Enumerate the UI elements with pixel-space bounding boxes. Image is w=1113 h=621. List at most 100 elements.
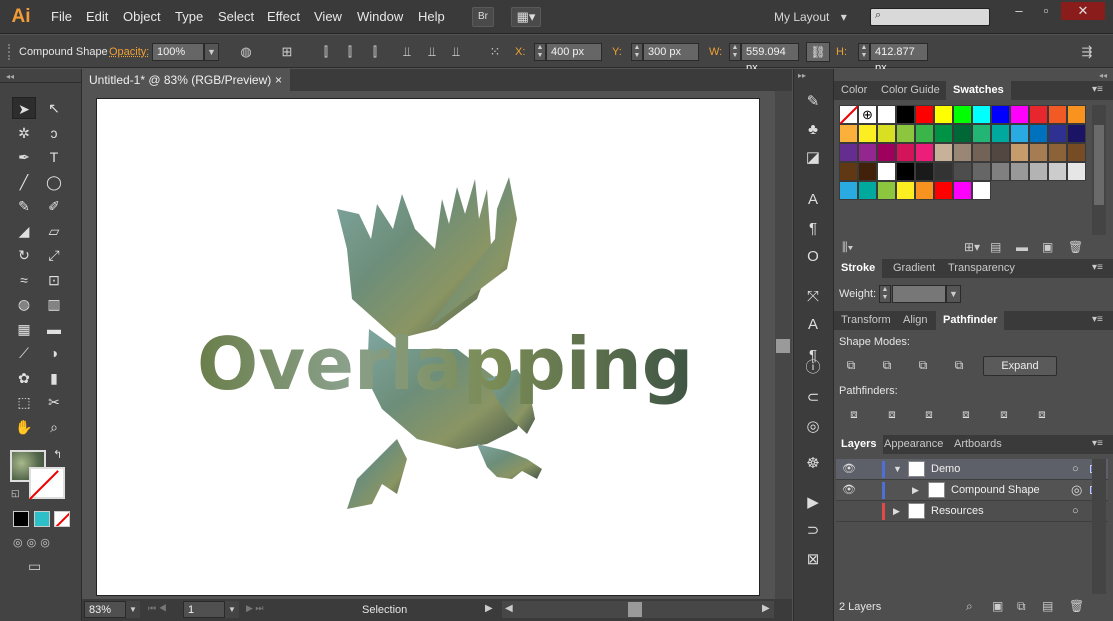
recolor-artwork-icon[interactable]: ◍ [237, 43, 255, 61]
scroll-left-icon[interactable]: ◀ [505, 603, 513, 614]
outline-icon[interactable]: ⧈ [994, 405, 1014, 423]
artboard-icon[interactable]: ⬚ [12, 391, 36, 413]
target-icon[interactable]: ○ [1072, 459, 1079, 479]
swatch[interactable] [915, 162, 934, 181]
column-graph-icon[interactable]: ▮ [42, 367, 66, 389]
menu-effect[interactable]: Effect [267, 9, 300, 24]
document-info-icon[interactable]: ⊠ [801, 549, 825, 571]
trim-icon[interactable]: ⧈ [882, 405, 902, 423]
target-selected-icon[interactable]: ◎ [1071, 480, 1082, 500]
tab-color[interactable]: Color [834, 81, 874, 100]
swatch-registration[interactable]: ⊕ [858, 105, 877, 124]
type-icon[interactable]: T [42, 146, 66, 168]
swatch[interactable] [839, 181, 858, 200]
transform-panel-icon[interactable]: ⤧ [801, 286, 825, 308]
shape-builder-icon[interactable]: ◍ [12, 293, 36, 315]
help-search-input[interactable]: ⌕ [870, 8, 990, 26]
swatch-library-icon[interactable]: ⫼▾ [842, 240, 853, 255]
new-sublayer-icon[interactable]: ⧉ [1017, 599, 1026, 614]
panel-menu-icon[interactable]: ⇶ [1078, 43, 1096, 61]
menu-select[interactable]: Select [218, 9, 254, 24]
stroke-weight-spinner[interactable]: ▲ ▼ [879, 285, 891, 303]
swatch[interactable] [953, 124, 972, 143]
minus-back-icon[interactable]: ⧈ [1032, 405, 1052, 423]
scale-icon[interactable]: ⤢ [42, 244, 66, 266]
width-icon[interactable]: ≈ [12, 269, 36, 291]
swatch[interactable] [972, 124, 991, 143]
color-mode-icon[interactable] [13, 511, 29, 527]
panel-menu-icon[interactable]: ▾≡ [1092, 262, 1103, 273]
h-spinner[interactable]: ▲ ▼ [858, 43, 870, 61]
swatch[interactable] [896, 143, 915, 162]
swatch[interactable] [991, 143, 1010, 162]
pen-icon[interactable]: ✒ [12, 146, 36, 168]
maximize-icon[interactable]: ▫ [1034, 2, 1058, 20]
status-menu-icon[interactable]: ▶ [485, 603, 493, 614]
swatch[interactable] [972, 105, 991, 124]
stroke-swatch[interactable] [29, 467, 65, 500]
disclosure-collapsed-icon[interactable]: ▶ [893, 501, 900, 521]
swatch[interactable] [896, 105, 915, 124]
new-layer-icon[interactable]: ▤ [1042, 599, 1053, 613]
disclosure-expanded-icon[interactable]: ▼ [893, 459, 902, 479]
reference-point-icon[interactable]: ⊞ [278, 43, 296, 61]
paintbrush-icon[interactable]: ✎ [12, 195, 36, 217]
layer-name[interactable]: Compound Shape [951, 480, 1040, 500]
brush-panel-icon[interactable]: ✎ [801, 91, 825, 113]
layer-row-demo[interactable]: 👁 ▼ Demo ○ [836, 459, 1108, 480]
h-scroll-thumb[interactable] [628, 602, 642, 617]
symbols-panel-icon[interactable]: ♣ [801, 119, 825, 141]
zoom-dropdown-icon[interactable]: ▼ [126, 601, 140, 618]
panel-menu-icon[interactable]: ▾≡ [1092, 314, 1103, 325]
document-tab[interactable]: Untitled-1* @ 83% (RGB/Preview) × [82, 69, 290, 91]
align-right-icon[interactable]: ⫿ [366, 43, 384, 61]
menu-help[interactable]: Help [418, 9, 445, 24]
tab-pathfinder[interactable]: Pathfinder [936, 311, 1005, 330]
w-field[interactable]: 559.094 px [741, 43, 799, 74]
first-artboard-icon[interactable]: ⏮ ◀ [148, 603, 167, 614]
direct-selection-tool-icon[interactable]: ↖ [42, 97, 66, 119]
info-panel-icon[interactable]: ⓘ [801, 357, 825, 379]
swatch-scrollbar[interactable] [1092, 105, 1106, 235]
swatch[interactable] [991, 105, 1010, 124]
swatch[interactable] [858, 143, 877, 162]
exclude-icon[interactable]: ⧉ [949, 356, 969, 374]
eraser-icon[interactable]: ▱ [42, 220, 66, 242]
swatch[interactable] [1067, 105, 1086, 124]
tab-color-guide[interactable]: Color Guide [874, 81, 947, 100]
swatch[interactable] [953, 181, 972, 200]
swatch[interactable] [896, 162, 915, 181]
blob-brush-icon[interactable]: ◢ [12, 220, 36, 242]
panel-menu-icon[interactable]: ▾≡ [1092, 84, 1103, 95]
zoom-field[interactable]: 83% [84, 601, 126, 618]
swatch[interactable] [1029, 143, 1048, 162]
intersect-icon[interactable]: ⧉ [913, 356, 933, 374]
swatch[interactable] [934, 124, 953, 143]
x-field[interactable]: 400 px [546, 43, 602, 61]
swatch[interactable] [934, 162, 953, 181]
swatch[interactable] [915, 105, 934, 124]
unite-icon[interactable]: ⧉ [841, 356, 861, 374]
swatch[interactable] [1010, 143, 1029, 162]
layer-name[interactable]: Demo [931, 459, 960, 479]
selection-tool-icon[interactable]: ➤ [12, 97, 36, 119]
flattener-preview-icon[interactable]: ⊃ [801, 520, 825, 542]
close-document-icon[interactable]: × [275, 69, 282, 91]
gradient-mode-icon[interactable] [34, 511, 50, 527]
artboard[interactable]: Overlapping [96, 98, 760, 596]
tab-gradient[interactable]: Gradient [886, 259, 942, 278]
new-swatch-icon[interactable]: ▣ [1042, 240, 1053, 254]
blend-icon[interactable]: ◑ [42, 342, 66, 364]
artboard-number-field[interactable]: 1 [183, 601, 225, 618]
menu-type[interactable]: Type [175, 9, 203, 24]
minus-front-icon[interactable]: ⧉ [877, 356, 897, 374]
x-spinner[interactable]: ▲ ▼ [534, 43, 546, 61]
swatch[interactable] [934, 105, 953, 124]
swatch[interactable] [858, 181, 877, 200]
workspace-switcher[interactable]: My Layout ▾ [774, 10, 847, 24]
menu-file[interactable]: File [51, 9, 72, 24]
menu-edit[interactable]: Edit [86, 9, 108, 24]
swatch[interactable] [1067, 143, 1086, 162]
swatch-options-icon[interactable]: ▤ [990, 240, 1001, 254]
opacity-field[interactable]: 100% [152, 43, 204, 61]
